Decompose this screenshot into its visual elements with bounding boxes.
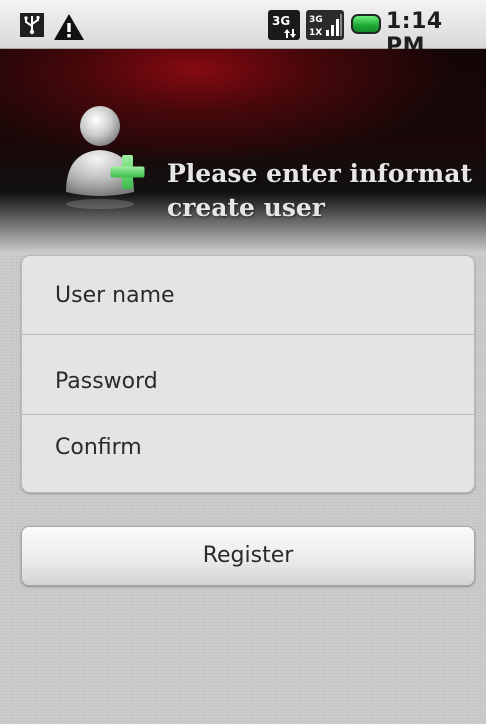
username-field[interactable]: User name <box>22 256 474 334</box>
battery-icon <box>351 14 381 34</box>
confirm-placeholder: Confirm <box>55 435 142 460</box>
3g-data-icon: 3G <box>268 10 300 40</box>
password-field[interactable]: Password <box>22 334 474 414</box>
warning-icon <box>54 14 84 40</box>
status-bar: 3G 3G 1X 1:14 PM <box>0 0 486 59</box>
page-title: Please enter informat create user <box>167 157 486 225</box>
svg-text:3G: 3G <box>272 14 290 28</box>
create-user-form: User name Password Confirm <box>21 255 475 493</box>
signal-3g-icon: 3G 1X <box>306 10 344 40</box>
svg-text:3G: 3G <box>309 15 323 25</box>
user-add-icon <box>66 106 145 209</box>
app-screen: 3G 3G 1X 1:14 PM Please enter informat c… <box>0 0 486 724</box>
confirm-password-field[interactable]: Confirm <box>22 414 474 492</box>
register-button[interactable]: Register <box>21 526 475 586</box>
page-title-line-2: create user <box>167 193 325 222</box>
password-placeholder: Password <box>55 369 158 394</box>
page-title-line-1: Please enter informat <box>167 159 472 188</box>
usb-icon <box>20 13 44 37</box>
header-banner: Please enter informat create user <box>0 49 486 254</box>
username-placeholder: User name <box>55 283 175 308</box>
svg-text:1X: 1X <box>309 28 322 38</box>
